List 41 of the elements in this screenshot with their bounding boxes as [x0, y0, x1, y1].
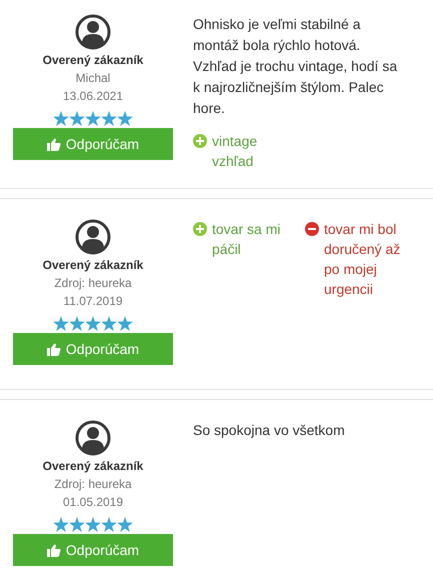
author-source: Zdroj: heureka — [54, 275, 132, 292]
star-icon — [85, 111, 101, 126]
star-icon — [117, 111, 133, 126]
star-icon — [117, 316, 133, 331]
user-avatar-icon — [75, 219, 111, 255]
thumbs-up-icon — [46, 138, 61, 150]
recommend-button[interactable]: Odporúčam — [13, 128, 173, 160]
user-avatar-icon — [75, 420, 111, 456]
star-icon — [101, 316, 117, 331]
con-item: tovar mi bol doručený až po mojej urgencii — [324, 220, 402, 299]
star-icon — [69, 517, 85, 532]
star-icon — [53, 316, 69, 331]
star-icon — [117, 517, 133, 532]
user-avatar-icon — [75, 14, 111, 50]
recommend-button[interactable]: Odporúčam — [13, 534, 173, 566]
recommend-button[interactable]: Odporúčam — [13, 333, 173, 365]
plus-circle-icon — [193, 222, 207, 236]
star-icon — [101, 111, 117, 126]
author-label: Overený zákazník — [42, 458, 144, 475]
review-text: So spokojna vo všetkom — [193, 421, 346, 440]
thumbs-up-icon — [46, 342, 61, 356]
review-date: 11.07.2019 — [63, 293, 123, 310]
review-date: 13.06.2021 — [62, 88, 124, 105]
star-icon — [53, 111, 69, 126]
plus-circle-icon — [193, 134, 207, 148]
author-source: Zdroj: heureka — [54, 476, 132, 493]
author-source: Michal — [76, 70, 110, 87]
star-icon — [69, 316, 85, 331]
star-icon — [69, 111, 85, 126]
review-text: Ohnisko je veľmi stabilné a montáž bola rýchlo hotová. Vzhľad je trochu vintage, hodí sa k najrozličnejším štýlom. Palec hore. — [193, 15, 398, 118]
minus-circle-icon — [305, 222, 319, 236]
star-icon — [85, 517, 101, 532]
author-label: Overený zákazník — [42, 52, 144, 69]
pro-item: tovar sa mi páčil — [212, 220, 282, 259]
author-label: Overený zákazník — [42, 257, 144, 274]
thumbs-up-icon — [46, 544, 61, 556]
star-icon — [85, 316, 101, 331]
review-date: 01.05.2019 — [62, 494, 124, 511]
star-icon — [53, 517, 69, 532]
star-icon — [101, 517, 117, 532]
pro-item: vintage vzhľad — [212, 132, 258, 171]
